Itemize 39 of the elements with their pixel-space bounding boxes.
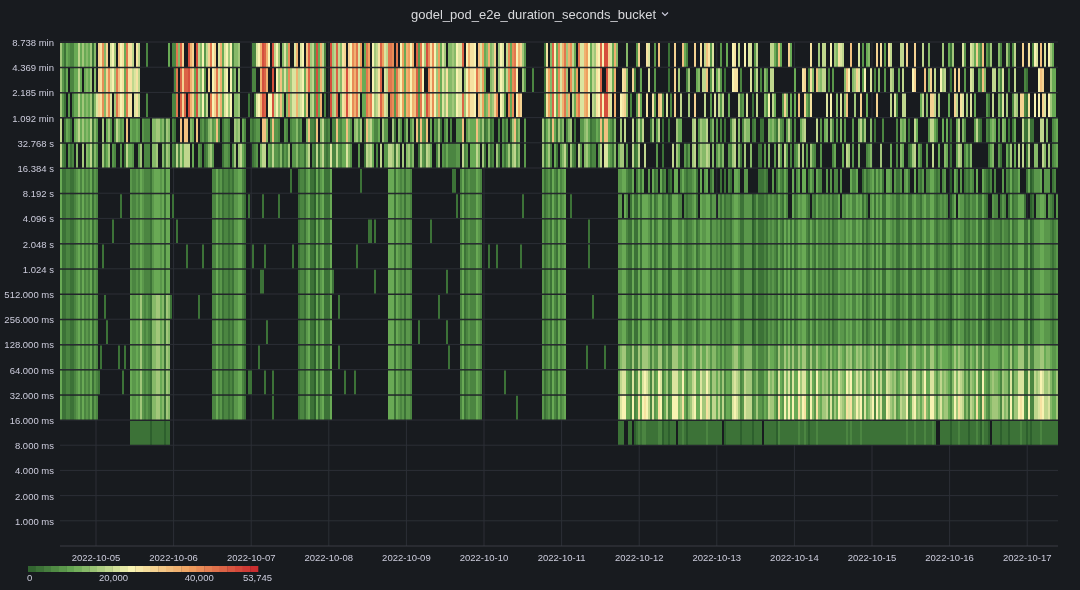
y-axis-label: 8.000 ms — [14, 440, 54, 452]
caret-icon — [661, 11, 669, 17]
y-axis-label: 16.384 s — [17, 163, 54, 174]
legend-label: 53,745 — [242, 572, 272, 583]
y-axis-label: 64.000 ms — [9, 364, 54, 376]
y-axis-label: 1.024 s — [22, 263, 54, 275]
x-axis-label: 2022-10-17 — [1002, 552, 1052, 563]
y-axis-label: 2.048 s — [22, 238, 54, 250]
legend-label: 20,000 — [99, 572, 129, 583]
x-axis-label: 2022-10-14 — [770, 552, 819, 563]
y-axis-label: 8.192 s — [22, 188, 54, 200]
y-axis-label: 1.000 ms — [14, 515, 54, 527]
y-axis-label: 8.738 min — [12, 37, 54, 48]
y-axis-label: 32.768 s — [17, 137, 54, 149]
y-axis-label: 1.092 min — [12, 112, 54, 124]
y-axis-label: 4.369 min — [12, 62, 54, 74]
y-axis-label: 2.000 ms — [14, 490, 54, 502]
x-axis-label: 2022-10-13 — [692, 552, 742, 563]
x-axis-label: 2022-10-08 — [304, 552, 354, 563]
legend-label: 40,000 — [184, 572, 214, 583]
x-axis-label: 2022-10-11 — [537, 552, 586, 563]
legend-label: 0 — [27, 572, 33, 583]
y-axis-label: 2.185 min — [12, 87, 54, 99]
x-axis-label: 2022-10-15 — [847, 552, 897, 563]
y-axis-label: 512.000 ms — [4, 289, 54, 300]
panel-title[interactable]: godel_pod_e2e_duration_seconds_bucket — [406, 4, 673, 24]
x-axis-label: 2022-10-09 — [382, 552, 431, 563]
y-axis-label: 256.000 ms — [4, 314, 54, 326]
x-axis-label: 2022-10-07 — [226, 552, 276, 563]
y-axis-label: 128.000 ms — [4, 339, 54, 351]
x-axis-label: 2022-10-10 — [459, 552, 509, 563]
y-axis-label: 32.000 ms — [9, 389, 54, 401]
y-axis-label: 4.000 ms — [14, 465, 54, 477]
x-axis-label: 2022-10-12 — [614, 552, 664, 563]
y-axis-label: 4.096 s — [22, 213, 54, 225]
x-axis-label: 2022-10-16 — [925, 552, 974, 563]
x-axis-label: 2022-10-05 — [71, 552, 121, 563]
x-axis-label: 2022-10-06 — [149, 552, 198, 563]
y-axis-label: 16.000 ms — [9, 415, 54, 426]
